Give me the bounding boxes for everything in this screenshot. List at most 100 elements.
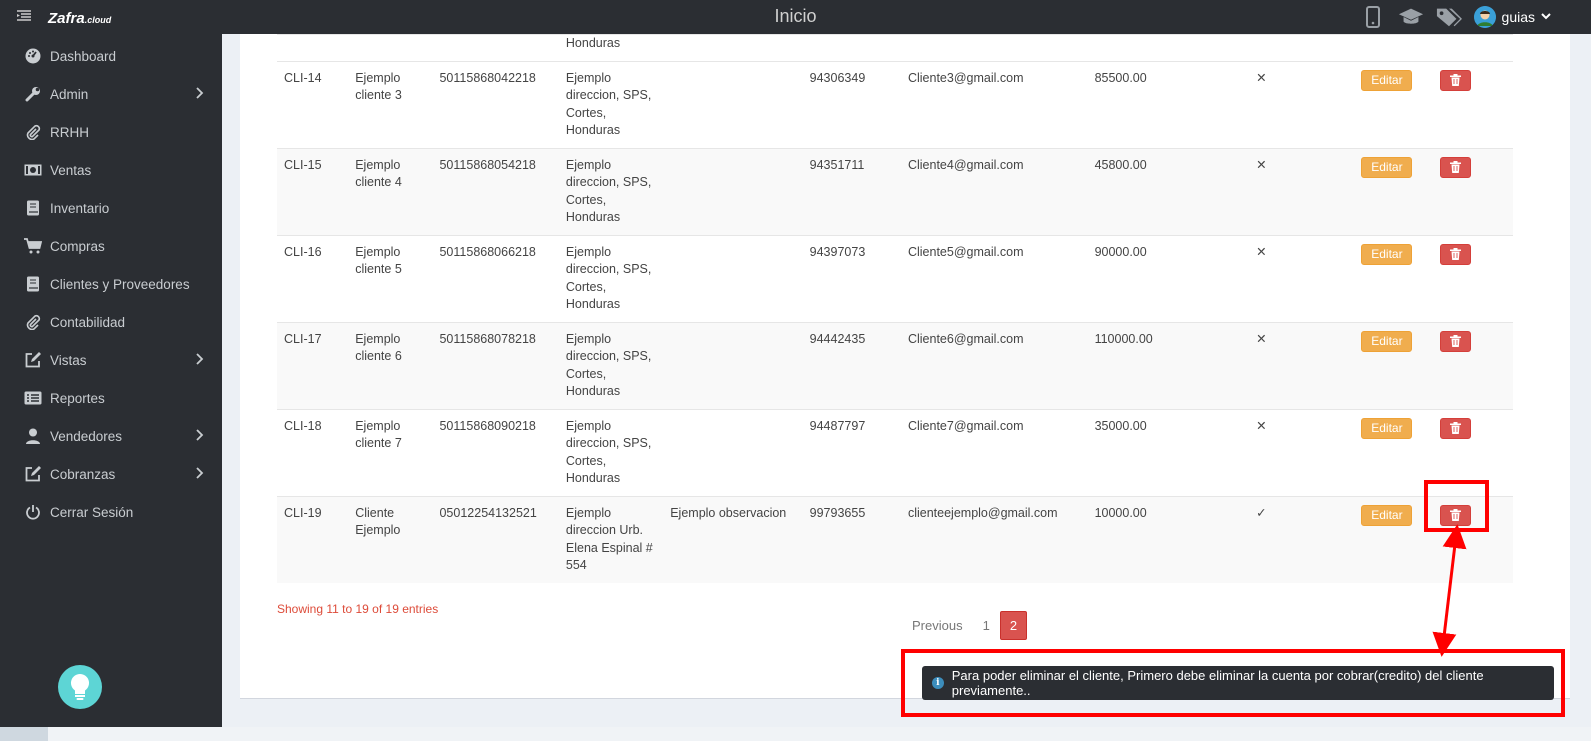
sidebar-item-label: Admin: [50, 86, 89, 102]
sidebar-item-inventario[interactable]: Inventario: [0, 189, 222, 227]
avatar: [1473, 6, 1496, 28]
sidebar-item-dashboard[interactable]: Dashboard: [0, 37, 222, 75]
user-menu[interactable]: guias: [1473, 6, 1551, 28]
cell-line: Ejemplo: [355, 418, 401, 433]
client-credit: 45800.00: [1094, 157, 1147, 172]
chevron-right-icon: [196, 467, 204, 479]
sidebar-item-label: Vistas: [50, 352, 87, 368]
sidebar-item-rrhh[interactable]: RRHH: [0, 113, 222, 151]
sidebar-item-cerrar-sesion[interactable]: Cerrar Sesión: [0, 493, 222, 531]
client-observation: [663, 61, 802, 148]
delete-button[interactable]: [1439, 330, 1471, 352]
pagination: Previous 1 2: [902, 611, 1028, 640]
cell-line: Elena Espinal #: [565, 540, 653, 555]
edit-button[interactable]: Editar: [1361, 504, 1413, 526]
client-address: Ejemplo direccion, SPS, Cortes, Honduras: [559, 409, 663, 496]
client-code: CLI-16: [284, 244, 322, 259]
client-email: Cliente7@gmail.com: [907, 418, 1024, 433]
client-phone: 94487797: [809, 418, 866, 433]
table-row: CLI-14 Ejemplo cliente 3 50115868042218 Ejem…: [277, 61, 1513, 148]
client-credit: 90000.00: [1094, 244, 1147, 259]
edit-button[interactable]: Editar: [1361, 156, 1413, 178]
cell-line: Cliente: [355, 505, 395, 520]
dashboard-icon: [24, 47, 42, 65]
client-rtn: 05012254132521: [439, 505, 537, 520]
chevron-right-icon: [196, 429, 204, 441]
sidebar-item-vistas[interactable]: Vistas: [0, 341, 222, 379]
pagination-previous[interactable]: Previous: [902, 612, 973, 639]
highlight-delete-button: [1424, 480, 1489, 532]
cell-line: 554: [565, 558, 587, 572]
cell-line: Ejemplo: [565, 70, 612, 85]
trash-icon: [1449, 74, 1461, 86]
sidebar: Dashboard Admin RRHH Ventas Inventario C…: [0, 34, 222, 741]
cell-line: direccion Urb.: [565, 523, 644, 537]
sidebar-item-label: RRHH: [50, 124, 89, 140]
cell-line: Ejemplo: [565, 331, 612, 346]
cell-line: Honduras: [565, 384, 621, 398]
cell-line: Ejemplo: [355, 70, 401, 85]
top-navbar: Zafra.cloud Inicio guias: [0, 0, 1591, 34]
status-flag: ✕: [1256, 418, 1267, 433]
client-name: Ejemplo cliente 3: [348, 61, 432, 148]
client-observation: [663, 409, 802, 496]
client-code: CLI-19: [284, 505, 322, 520]
sidebar-item-label: Clientes y Proveedores: [50, 276, 190, 292]
pagination-page-1[interactable]: 1: [973, 612, 1000, 639]
client-name: Cliente Ejemplo: [348, 496, 432, 583]
status-flag: ✕: [1256, 244, 1267, 259]
sidebar-item-reportes[interactable]: Reportes: [0, 379, 222, 417]
cell-line: Cortes,: [565, 366, 607, 381]
client-credit: 85500.00: [1094, 70, 1147, 85]
delete-button[interactable]: [1439, 417, 1471, 439]
cell-line: Ejemplo: [355, 244, 401, 259]
paperclip-icon: [24, 123, 42, 141]
money-icon: [24, 161, 42, 179]
sidebar-item-cobranzas[interactable]: Cobranzas: [0, 455, 222, 493]
client-credit: 110000.00: [1094, 331, 1153, 346]
mobile-icon[interactable]: [1360, 4, 1386, 30]
cell-line: Ejemplo: [355, 157, 401, 172]
cell-line: direccion, SPS,: [565, 175, 652, 189]
graduation-cap-icon[interactable]: [1398, 4, 1424, 30]
sidebar-item-contabilidad[interactable]: Contabilidad: [0, 303, 222, 341]
client-observation: Ejemplo observacion: [670, 505, 787, 520]
edit-button[interactable]: Editar: [1361, 417, 1413, 439]
client-address: Ejemplo direccion, SPS, Cortes, Honduras: [559, 61, 663, 148]
sidebar-item-label: Ventas: [50, 162, 92, 178]
pagination-page-2[interactable]: 2: [999, 611, 1028, 640]
chevron-right-icon: [196, 353, 204, 365]
sidebar-item-label: Inventario: [50, 200, 110, 216]
cell-line: Ejemplo: [565, 244, 612, 259]
sidebar-item-admin[interactable]: Admin: [0, 75, 222, 113]
client-code: CLI-17: [284, 331, 322, 346]
sidebar-item-vendedores[interactable]: Vendedores: [0, 417, 222, 455]
delete-button[interactable]: [1439, 156, 1471, 178]
client-email: Cliente3@gmail.com: [907, 70, 1024, 85]
sidebar-item-clientes-proveedores[interactable]: Clientes y Proveedores: [0, 265, 222, 303]
clients-table: Honduras CLI-14 Ejemplo cliente 3 501158680…: [277, 34, 1513, 583]
sidebar-item-compras[interactable]: Compras: [0, 227, 222, 265]
cell-line: Ejemplo: [565, 418, 612, 433]
client-phone: 94442435: [809, 331, 866, 346]
client-phone: 99793655: [809, 505, 866, 520]
client-observation: [663, 235, 802, 322]
edit-button[interactable]: Editar: [1361, 69, 1413, 91]
delete-button[interactable]: [1439, 69, 1471, 91]
delete-button[interactable]: [1439, 243, 1471, 265]
edit-button[interactable]: Editar: [1361, 243, 1413, 265]
cell-line: Ejemplo: [355, 331, 401, 346]
table-row: CLI-17 Ejemplo cliente 6 50115868078218 Ejem…: [277, 322, 1513, 409]
edit-button[interactable]: Editar: [1361, 330, 1413, 352]
sidebar-item-label: Compras: [50, 238, 105, 254]
sidebar-item-ventas[interactable]: Ventas: [0, 151, 222, 189]
chevron-down-icon: [1541, 13, 1551, 20]
sidebar-item-label: Cobranzas: [50, 466, 116, 482]
client-rtn: 50115868078218: [439, 331, 536, 346]
status-flag: ✓: [1256, 505, 1267, 520]
tags-icon[interactable]: [1436, 4, 1462, 30]
cell-line: Cortes,: [565, 105, 607, 120]
help-button[interactable]: [58, 665, 102, 709]
table-row: CLI-15 Ejemplo cliente 4 50115868054218 Ejem…: [277, 148, 1513, 235]
book-icon: [24, 275, 42, 293]
